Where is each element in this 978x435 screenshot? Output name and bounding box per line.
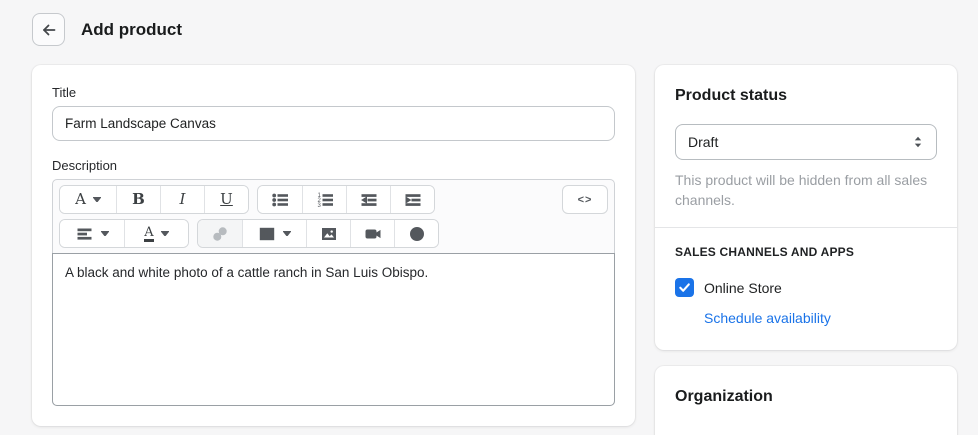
chevron-down-icon	[100, 231, 109, 236]
italic-icon: I	[179, 190, 186, 208]
back-button[interactable]	[32, 13, 65, 46]
toolbar-row-1: A B I U 1 2 3 <>	[59, 185, 608, 214]
italic-button[interactable]: I	[160, 186, 204, 213]
insert-link-button	[198, 220, 242, 247]
image-icon	[321, 227, 336, 240]
align-color-group: A	[59, 219, 189, 248]
selected-status: Draft	[688, 134, 719, 150]
text-color-icon: A	[144, 224, 154, 242]
organization-heading: Organization	[675, 388, 773, 405]
product-details-card: Title Description A B I	[32, 65, 635, 426]
outdent-icon	[360, 193, 376, 206]
rich-text-editor: A B I U 1 2 3 <> A A black and white pho…	[52, 179, 615, 406]
side-column: Product status Draft This product will b…	[655, 65, 957, 435]
card-divider	[655, 227, 957, 228]
toolbar-row-2: A	[59, 219, 608, 248]
sales-channels-heading: SALES CHANNELS AND APPS	[675, 245, 855, 259]
insert-video-button[interactable]	[350, 220, 394, 247]
product-status-heading: Product status	[675, 87, 788, 104]
chevron-down-icon	[92, 197, 101, 202]
organization-card: Organization	[655, 366, 957, 435]
chevron-down-icon	[283, 231, 291, 236]
status-help-text: This product will be hidden from all sal…	[675, 172, 928, 208]
chevron-down-icon	[160, 231, 169, 236]
table-icon	[259, 227, 275, 240]
font-style-dropdown-button[interactable]: A	[60, 186, 116, 213]
product-status-card: Product status Draft This product will b…	[655, 65, 957, 350]
title-label: Title	[52, 85, 77, 100]
indent-icon	[405, 193, 420, 206]
online-store-label: Online Store	[704, 279, 782, 296]
product-status-select[interactable]: Draft	[675, 124, 937, 160]
link-icon	[213, 226, 227, 241]
outdent-button[interactable]	[346, 186, 390, 213]
content-area: Title Description A B I	[0, 57, 978, 435]
underline-icon: U	[220, 190, 233, 208]
bold-button[interactable]: B	[116, 186, 160, 213]
numbered-list-button[interactable]: 1 2 3	[302, 186, 346, 213]
bullet-list-icon	[272, 193, 288, 206]
online-store-row: Online Store	[675, 278, 937, 297]
schedule-availability-link[interactable]: Schedule availability	[704, 310, 831, 326]
editor-toolbar: A B I U 1 2 3 <> A	[53, 180, 614, 253]
online-store-checkbox[interactable]	[675, 278, 694, 297]
description-textarea[interactable]: A black and white photo of a cattle ranc…	[52, 253, 615, 406]
page-header: Add product	[0, 0, 978, 57]
list-indent-group: 1 2 3	[257, 185, 435, 214]
title-input[interactable]	[52, 106, 615, 141]
clear-formatting-icon	[409, 226, 424, 241]
show-html-button[interactable]: <>	[562, 185, 608, 214]
svg-text:3: 3	[317, 203, 321, 209]
clear-formatting-button[interactable]	[394, 220, 438, 247]
text-format-group: A B I U	[59, 185, 249, 214]
numbered-list-icon: 1 2 3	[317, 193, 333, 209]
video-camera-icon	[365, 229, 380, 238]
page-title: Add product	[81, 19, 183, 39]
description-text: A black and white photo of a cattle ranc…	[65, 265, 429, 280]
insert-group	[197, 219, 439, 248]
font-style-icon: A	[75, 190, 86, 208]
underline-button[interactable]: U	[204, 186, 248, 213]
align-left-icon	[77, 228, 91, 240]
description-label: Description	[52, 158, 118, 173]
text-color-dropdown-button[interactable]: A	[124, 220, 188, 247]
checkmark-icon	[679, 283, 690, 292]
alignment-dropdown-button[interactable]	[60, 220, 124, 247]
select-arrows-icon	[914, 136, 922, 148]
bullet-list-button[interactable]	[258, 186, 302, 213]
indent-button[interactable]	[390, 186, 434, 213]
bold-icon: B	[132, 190, 145, 208]
insert-table-button[interactable]	[242, 220, 306, 247]
insert-image-button[interactable]	[306, 220, 350, 247]
arrow-left-icon	[42, 24, 55, 35]
